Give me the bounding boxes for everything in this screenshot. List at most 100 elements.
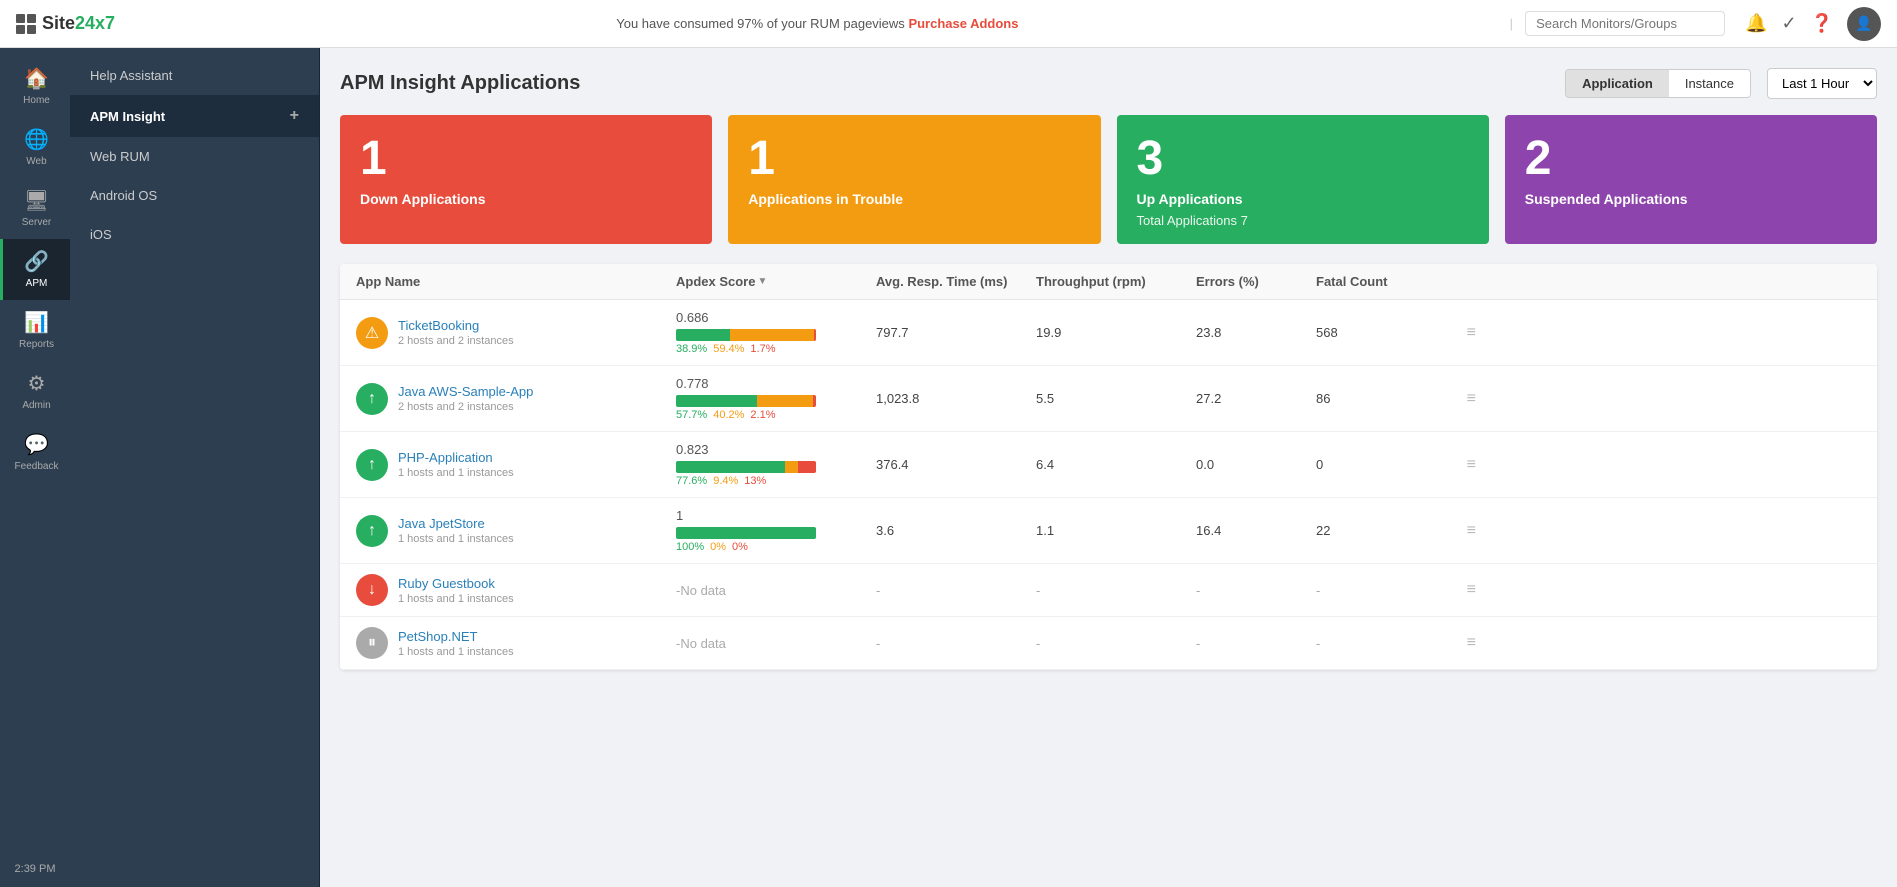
instance-view-button[interactable]: Instance bbox=[1669, 70, 1750, 97]
fatal-count-val: 568 bbox=[1316, 325, 1436, 340]
avatar[interactable]: 👤 bbox=[1847, 7, 1881, 41]
apdex-col: 0.686 38.9% 59.4% 1.7% bbox=[676, 310, 876, 355]
topbar-icons: 🔔 ✓ ❓ 👤 bbox=[1745, 7, 1881, 41]
apdex-score: 0.778 bbox=[676, 376, 876, 391]
apdex-bar bbox=[676, 527, 816, 539]
nav-web-rum[interactable]: Web RUM bbox=[70, 137, 319, 176]
app-link-java-aws[interactable]: Java AWS-Sample-App bbox=[398, 384, 533, 399]
status-icon-down: ↓ bbox=[356, 574, 388, 606]
view-toggle: Application Instance bbox=[1565, 69, 1751, 98]
pct-red: 13% bbox=[744, 475, 766, 487]
sidebar-label-reports: Reports bbox=[19, 339, 54, 351]
down-count: 1 bbox=[360, 135, 692, 183]
row-menu-dots[interactable]: ≡ bbox=[1436, 522, 1476, 540]
status-icon-up: ↑ bbox=[356, 449, 388, 481]
pct-red: 0% bbox=[732, 541, 748, 553]
apdex-score: 1 bbox=[676, 508, 876, 523]
no-data-label: No data bbox=[680, 636, 726, 651]
sidebar-item-home[interactable]: 🏠 Home bbox=[0, 56, 70, 117]
apdex-pcts: 100% 0% 0% bbox=[676, 541, 876, 553]
app-hosts: 1 hosts and 1 instances bbox=[398, 467, 514, 479]
table-rows: ⚠ TicketBooking 2 hosts and 2 instances … bbox=[340, 300, 1877, 670]
apdex-col: 1 100% 0% 0% bbox=[676, 508, 876, 553]
apdex-bar-wrap: 77.6% 9.4% 13% bbox=[676, 461, 876, 487]
plus-icon[interactable]: + bbox=[290, 107, 299, 125]
application-view-button[interactable]: Application bbox=[1566, 70, 1669, 97]
nav-apm-insight[interactable]: APM Insight + bbox=[70, 95, 319, 137]
avg-resp-val: - bbox=[876, 636, 1036, 651]
stat-card-up[interactable]: 3 Up Applications Total Applications 7 bbox=[1117, 115, 1489, 244]
bar-yellow bbox=[757, 395, 813, 407]
col-apdex: Apdex Score▼ bbox=[676, 274, 876, 289]
sidebar-item-server[interactable]: 🖥 Server bbox=[0, 178, 70, 239]
up-count: 3 bbox=[1137, 135, 1469, 183]
stat-card-suspended[interactable]: 2 Suspended Applications bbox=[1505, 115, 1877, 244]
bell-icon[interactable]: 🔔 bbox=[1745, 13, 1767, 34]
pct-yellow: 0% bbox=[710, 541, 726, 553]
bar-yellow bbox=[785, 461, 798, 473]
search-input[interactable] bbox=[1525, 11, 1725, 36]
stat-cards: 1 Down Applications 1 Applications in Tr… bbox=[340, 115, 1877, 244]
bar-red bbox=[814, 329, 816, 341]
bar-green bbox=[676, 527, 816, 539]
row-menu-dots[interactable]: ≡ bbox=[1436, 390, 1476, 408]
status-icon-up: ↑ bbox=[356, 515, 388, 547]
app-info: PetShop.NET 1 hosts and 1 instances bbox=[398, 629, 514, 658]
nav-help-assistant[interactable]: Help Assistant bbox=[70, 56, 319, 95]
sidebar-label-apm: APM bbox=[26, 278, 48, 290]
bar-red bbox=[813, 395, 816, 407]
app-link-petshop-net[interactable]: PetShop.NET bbox=[398, 629, 478, 644]
main-layout: 🏠 Home 🌐 Web 🖥 Server 🔗 APM 📊 Reports ⚙ … bbox=[0, 48, 1897, 887]
errors-val: 0.0 bbox=[1196, 457, 1316, 472]
purchase-addons-link[interactable]: Purchase Addons bbox=[908, 16, 1018, 31]
no-data-label: No data bbox=[680, 583, 726, 598]
pct-red: 1.7% bbox=[750, 343, 775, 355]
sidebar: 🏠 Home 🌐 Web 🖥 Server 🔗 APM 📊 Reports ⚙ … bbox=[0, 48, 70, 887]
app-link-java-jpetstore[interactable]: Java JpetStore bbox=[398, 516, 485, 531]
stat-card-down[interactable]: 1 Down Applications bbox=[340, 115, 712, 244]
row-menu-dots[interactable]: ≡ bbox=[1436, 324, 1476, 342]
apdex-cell: 0.686 38.9% 59.4% 1.7% bbox=[676, 310, 876, 355]
fatal-count-val: 86 bbox=[1316, 391, 1436, 406]
row-menu-dots[interactable]: ≡ bbox=[1436, 456, 1476, 474]
sidebar-item-admin[interactable]: ⚙ Admin bbox=[0, 361, 70, 422]
sidebar-item-feedback[interactable]: 💬 Feedback bbox=[0, 422, 70, 483]
app-link-ticketbooking[interactable]: TicketBooking bbox=[398, 318, 479, 333]
apdex-score: 0.686 bbox=[676, 310, 876, 325]
nav-panel: Help Assistant APM Insight + Web RUM And… bbox=[70, 48, 320, 887]
row-menu-dots[interactable]: ≡ bbox=[1436, 634, 1476, 652]
apdex-cell: 1 100% 0% 0% bbox=[676, 508, 876, 553]
apdex-bar bbox=[676, 329, 816, 341]
admin-icon: ⚙ bbox=[28, 371, 46, 396]
sidebar-item-reports[interactable]: 📊 Reports bbox=[0, 300, 70, 361]
sidebar-item-web[interactable]: 🌐 Web bbox=[0, 117, 70, 178]
nav-ios[interactable]: iOS bbox=[70, 215, 319, 254]
apdex-col: 0.823 77.6% 9.4% 13% bbox=[676, 442, 876, 487]
apdex-cell: 0.778 57.7% 40.2% 2.1% bbox=[676, 376, 876, 421]
apdex-pcts: 77.6% 9.4% 13% bbox=[676, 475, 876, 487]
grid-icon bbox=[16, 14, 36, 34]
apdex-bar-wrap: 57.7% 40.2% 2.1% bbox=[676, 395, 876, 421]
time-dropdown[interactable]: Last 1 Hour bbox=[1767, 68, 1877, 99]
app-hosts: 1 hosts and 1 instances bbox=[398, 646, 514, 658]
nav-android-os[interactable]: Android OS bbox=[70, 176, 319, 215]
errors-val: 27.2 bbox=[1196, 391, 1316, 406]
errors-val: - bbox=[1196, 636, 1316, 651]
sidebar-item-apm[interactable]: 🔗 APM bbox=[0, 239, 70, 300]
apdex-bar bbox=[676, 395, 816, 407]
logo[interactable]: Site24x7 bbox=[16, 13, 115, 34]
pct-green: 57.7% bbox=[676, 409, 707, 421]
fatal-count-val: 0 bbox=[1316, 457, 1436, 472]
stat-card-trouble[interactable]: 1 Applications in Trouble bbox=[728, 115, 1100, 244]
checkmark-icon[interactable]: ✓ bbox=[1781, 13, 1796, 34]
fatal-count-val: - bbox=[1316, 636, 1436, 651]
app-link-ruby-guestbook[interactable]: Ruby Guestbook bbox=[398, 576, 495, 591]
reports-icon: 📊 bbox=[24, 310, 49, 335]
app-hosts: 1 hosts and 1 instances bbox=[398, 593, 514, 605]
pct-green: 77.6% bbox=[676, 475, 707, 487]
col-errors: Errors (%) bbox=[1196, 274, 1316, 289]
app-link-php-application[interactable]: PHP-Application bbox=[398, 450, 493, 465]
row-menu-dots[interactable]: ≡ bbox=[1436, 581, 1476, 599]
feedback-icon: 💬 bbox=[24, 432, 49, 457]
help-icon[interactable]: ❓ bbox=[1811, 13, 1833, 34]
